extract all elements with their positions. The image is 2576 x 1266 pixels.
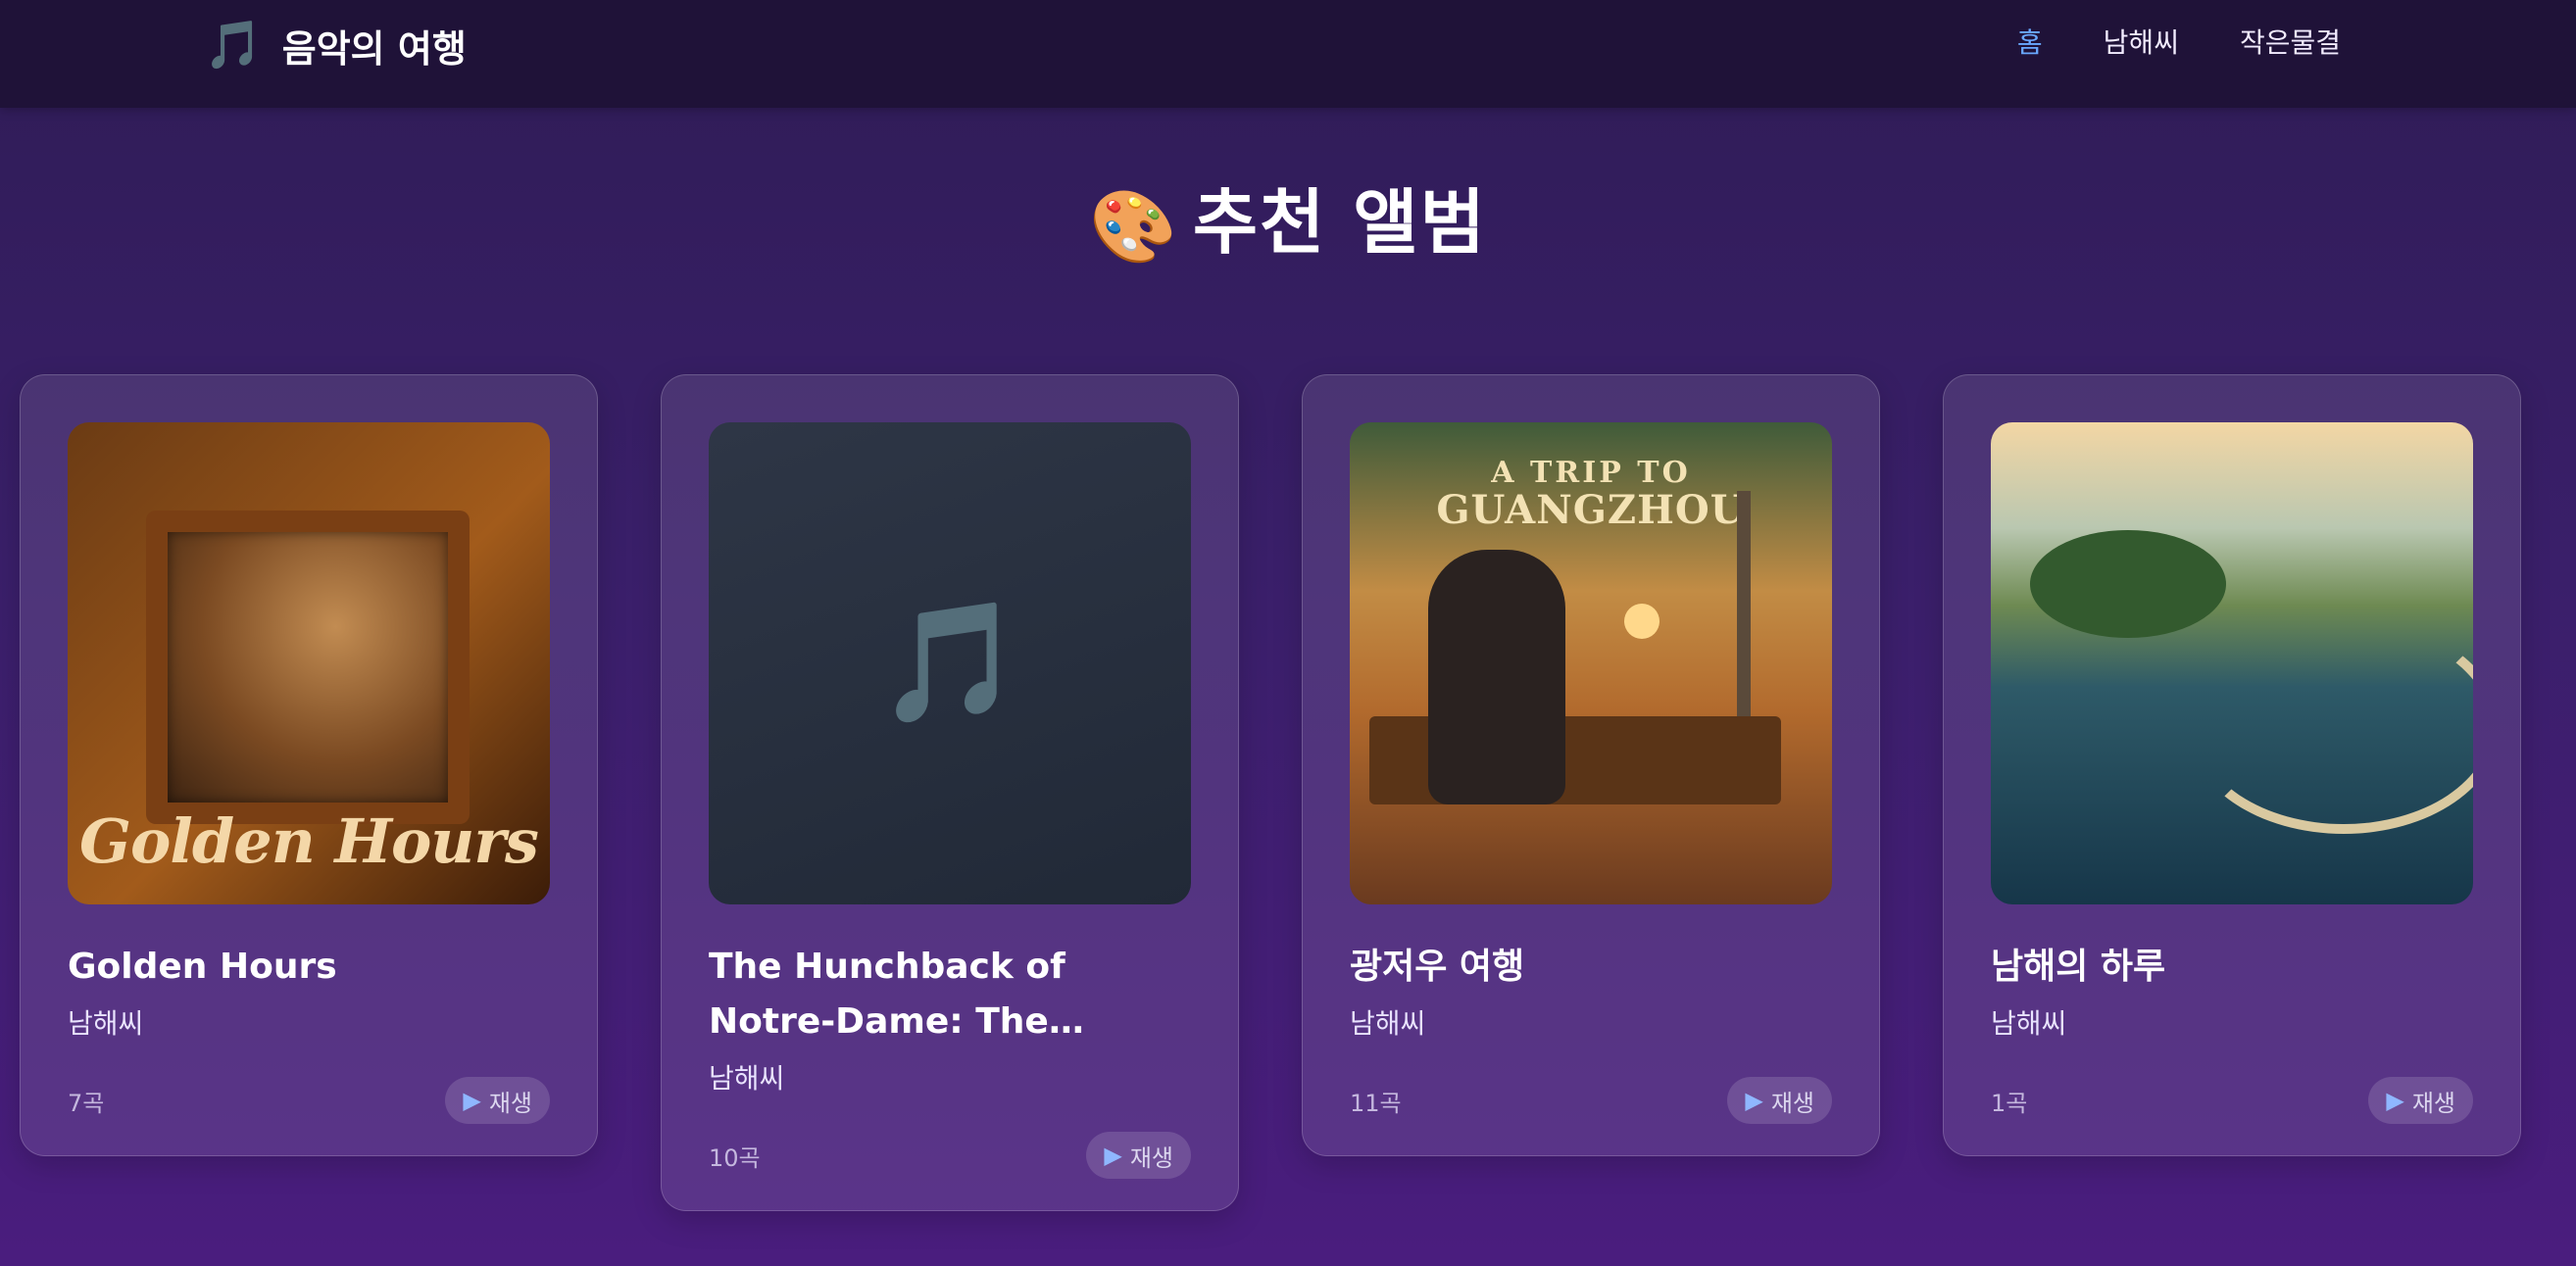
album-artist: 남해씨: [709, 1062, 785, 1095]
album-cover-placeholder[interactable]: 🎵: [709, 422, 1191, 904]
cover-text-line-2: GUANGZHOU: [1436, 487, 1746, 533]
photo-frame: [146, 511, 470, 824]
music-note-icon: 🎵: [876, 595, 1023, 731]
play-label: 재생: [2411, 1089, 2455, 1117]
page-title-text: 추천 앨범: [1192, 181, 1487, 264]
play-icon: ▶: [2386, 1087, 2404, 1114]
play-button[interactable]: ▶ 재생: [1086, 1132, 1191, 1179]
nav-item-namhaessi[interactable]: 남해씨: [2104, 22, 2179, 61]
nav-item-jageunmulgyeol[interactable]: 작은물결: [2240, 22, 2341, 61]
album-title: Golden Hours: [68, 947, 337, 987]
cover-text-line-1: A TRIP TO: [1491, 456, 1691, 490]
album-cover-image[interactable]: [1991, 422, 2473, 904]
beach-illustration: [2187, 618, 2473, 834]
play-icon: ▶: [463, 1087, 481, 1114]
album-meta: 11곡 ▶ 재생: [1350, 1077, 1832, 1124]
track-count: 7곡: [68, 1089, 105, 1117]
brand-logo[interactable]: 🎵 음악의 여행: [204, 16, 467, 74]
palette-icon: 🎨: [1089, 185, 1179, 268]
play-label: 재생: [1129, 1144, 1173, 1172]
main-nav: 홈 남해씨 작은물결: [2017, 22, 2341, 61]
album-artist: 남해씨: [1991, 1007, 2067, 1040]
island-illustration: [2030, 530, 2226, 638]
page-title: 🎨 추천 앨범: [0, 165, 2576, 268]
album-title: 광저우 여행: [1350, 947, 1525, 987]
play-label: 재생: [1770, 1089, 1814, 1117]
play-button[interactable]: ▶ 재생: [445, 1077, 550, 1124]
track-count: 10곡: [709, 1144, 761, 1172]
top-navigation-bar: 🎵 음악의 여행 홈 남해씨 작은물결: [0, 0, 2576, 108]
cover-text: Golden Hours: [79, 805, 539, 877]
track-count: 1곡: [1991, 1089, 2028, 1117]
album-title: 남해의 하루: [1991, 947, 2166, 987]
brand-name: 음악의 여행: [281, 26, 467, 71]
play-icon: ▶: [1104, 1142, 1122, 1169]
album-meta: 7곡 ▶ 재생: [68, 1077, 550, 1124]
track-count: 11곡: [1350, 1089, 1402, 1117]
play-icon: ▶: [1745, 1087, 1763, 1114]
sun-illustration: [1624, 604, 1660, 639]
album-cover-image[interactable]: A TRIP TO GUANGZHOU: [1350, 422, 1832, 904]
album-artist: 남해씨: [1350, 1007, 1426, 1040]
album-title: The Hunchback of Notre-Dame: The…: [709, 947, 1084, 1042]
person-illustration: [1428, 550, 1565, 804]
nav-item-home[interactable]: 홈: [2017, 22, 2043, 61]
album-card[interactable]: A TRIP TO GUANGZHOU 광저우 여행 남해씨 11곡 ▶ 재생: [1302, 374, 1880, 1156]
album-card[interactable]: Golden Hours Golden Hours 남해씨 7곡 ▶ 재생: [20, 374, 598, 1156]
album-card[interactable]: 🎵 The Hunchback of Notre-Dame: The… 남해씨 …: [661, 374, 1239, 1211]
play-label: 재생: [488, 1089, 532, 1117]
tower-illustration: [1737, 491, 1751, 746]
album-artist: 남해씨: [68, 1007, 144, 1040]
music-note-icon: 🎵: [204, 18, 263, 73]
album-cover-image[interactable]: Golden Hours: [68, 422, 550, 904]
play-button[interactable]: ▶ 재생: [1727, 1077, 1832, 1124]
album-meta: 1곡 ▶ 재생: [1991, 1077, 2473, 1124]
album-grid: Golden Hours Golden Hours 남해씨 7곡 ▶ 재생 🎵 …: [20, 374, 2521, 1211]
play-button[interactable]: ▶ 재생: [2368, 1077, 2473, 1124]
album-meta: 10곡 ▶ 재생: [709, 1132, 1191, 1179]
album-card[interactable]: 남해의 하루 남해씨 1곡 ▶ 재생: [1943, 374, 2521, 1156]
